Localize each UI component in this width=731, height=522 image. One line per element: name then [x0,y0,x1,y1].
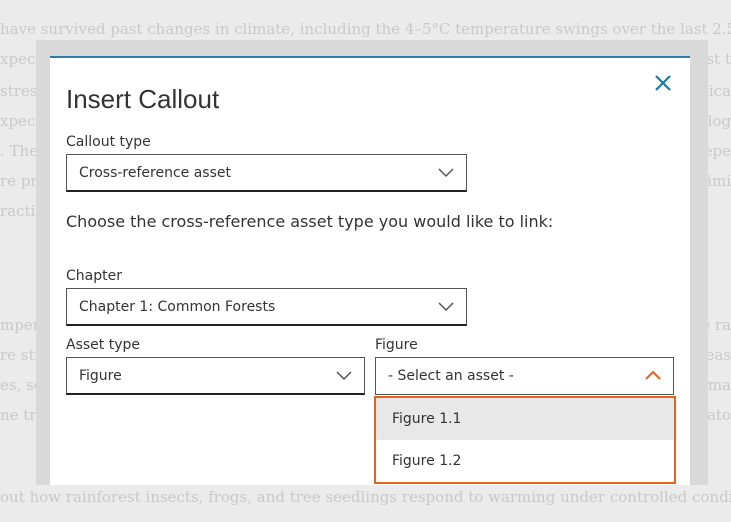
figure-label: Figure [375,337,418,353]
asset-type-value: Figure [79,367,122,384]
close-button[interactable] [650,70,676,96]
asset-type-select[interactable]: Figure [66,357,365,395]
chevron-down-icon [336,371,352,381]
bg-line: out how rainforest insects, frogs, and t… [0,488,731,506]
chapter-select[interactable]: Chapter 1: Common Forests [66,288,467,326]
close-icon [655,75,671,91]
figure-dropdown-list: Figure 1.1 Figure 1.2 [374,396,676,484]
figure-option[interactable]: Figure 1.1 [376,398,674,440]
callout-type-value: Cross-reference asset [79,164,231,181]
figure-option[interactable]: Figure 1.2 [376,440,674,482]
insert-callout-dialog: Insert Callout Callout type Cross-refere… [50,56,690,485]
chapter-label: Chapter [66,268,122,284]
chevron-down-icon [438,302,454,312]
cross-reference-prompt: Choose the cross-reference asset type yo… [66,212,554,231]
asset-type-label: Asset type [66,337,140,353]
chevron-up-icon [645,370,661,380]
callout-type-label: Callout type [66,134,151,150]
figure-select[interactable]: - Select an asset - [375,357,674,395]
figure-placeholder: - Select an asset - [388,368,514,384]
callout-type-select[interactable]: Cross-reference asset [66,154,467,192]
dialog-title: Insert Callout [66,84,220,114]
chapter-value: Chapter 1: Common Forests [79,298,276,315]
bg-line: have survived past changes in climate, i… [0,20,731,38]
chevron-down-icon [438,168,454,178]
